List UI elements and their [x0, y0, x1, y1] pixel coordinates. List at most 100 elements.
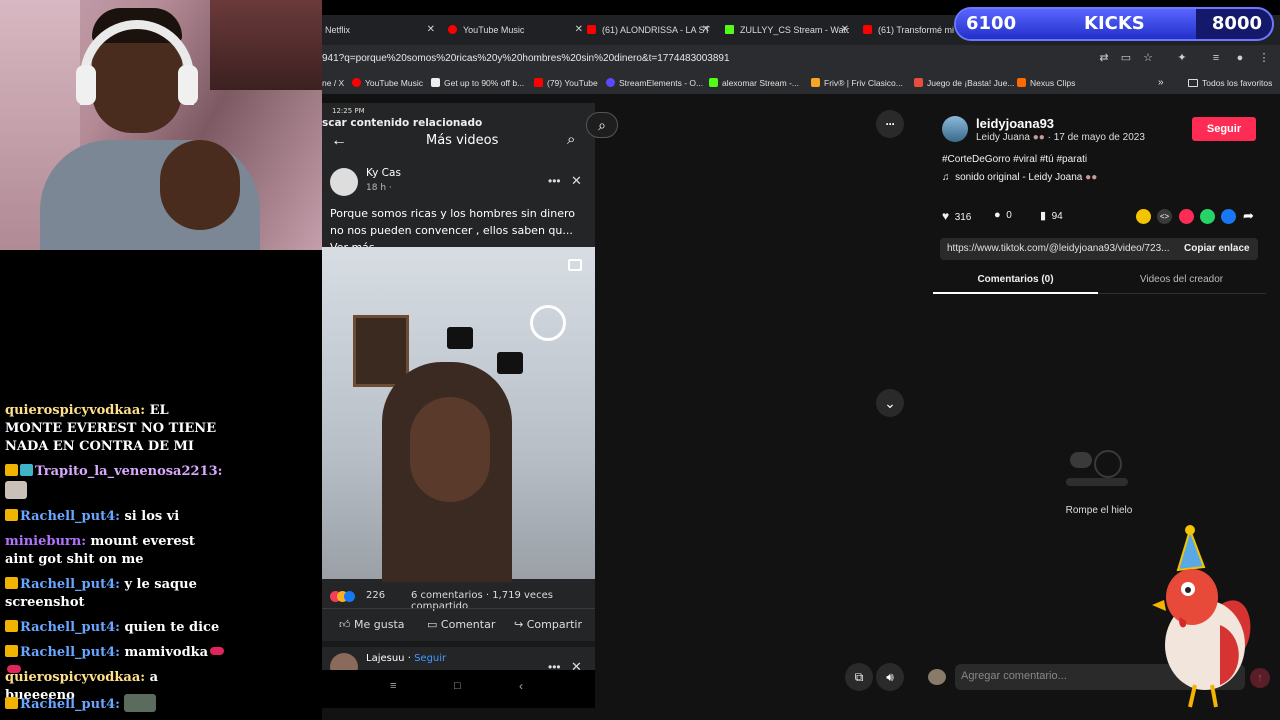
- bookmarks-bar: ne / X YouTube Music Get up to 90% off b…: [322, 72, 1280, 94]
- extensions-icon[interactable]: ✦: [1176, 52, 1188, 64]
- pip-icon: [568, 259, 582, 271]
- tab-zullyy-stream[interactable]: ZULLYY_CS Stream - Watc ✕: [725, 15, 849, 45]
- search-button[interactable]: ⌕: [586, 112, 618, 138]
- share-arrow-icon: ↪: [514, 618, 524, 631]
- close-tab-icon[interactable]: ✕: [427, 15, 435, 45]
- bookmark-deal[interactable]: Get up to 90% off b...: [431, 72, 524, 94]
- tab-transforme[interactable]: (61) Transformé mi hab: [863, 15, 955, 45]
- close-tab-icon[interactable]: ✕: [841, 15, 849, 45]
- wall-bag: [447, 327, 473, 349]
- post-author: Ky Cas: [366, 167, 401, 179]
- bookmark-streamelements[interactable]: StreamElements - O...: [606, 72, 703, 94]
- tab-creator-videos[interactable]: Videos del creador: [1099, 274, 1264, 285]
- bookmark-star-icon[interactable]: ☆: [1142, 52, 1154, 64]
- kicks-current: 6100: [966, 13, 1017, 34]
- profile-icon[interactable]: ●: [1234, 52, 1246, 64]
- facebook-icon[interactable]: [1221, 209, 1236, 224]
- video-hashtags[interactable]: #CorteDeGorro #viral #tú #parati: [942, 154, 1087, 165]
- youtube-icon: [587, 25, 596, 34]
- all-favorites-folder[interactable]: Todos los favoritos: [1188, 72, 1272, 94]
- chat-message: Rachell_put4: si los vi: [5, 508, 225, 526]
- friv-icon: [811, 78, 820, 87]
- search-icon: ⌕: [567, 131, 576, 148]
- follow-button[interactable]: Seguir: [1192, 117, 1256, 141]
- translate-icon[interactable]: ⇄: [1098, 52, 1110, 64]
- bookmarks-overflow-icon[interactable]: »: [1158, 72, 1164, 94]
- coin-icon[interactable]: [1136, 209, 1151, 224]
- embed-icon[interactable]: <>: [1157, 209, 1172, 224]
- comment-placeholder: Agregar comentario...: [961, 670, 1067, 682]
- avatar: [330, 168, 358, 196]
- reaction-icons: [330, 591, 355, 602]
- post-video-frame: [322, 247, 595, 582]
- kicks-goal-bar: 6100 KICKS 8000: [954, 7, 1274, 41]
- install-app-icon[interactable]: ▭: [1120, 52, 1132, 64]
- youtube-music-icon: [448, 25, 457, 34]
- share-icon[interactable]: ➦: [1243, 208, 1254, 224]
- tab-comments[interactable]: Comentarios (0): [933, 274, 1098, 285]
- streamelements-icon: [606, 78, 615, 87]
- user-avatar: [928, 669, 946, 685]
- comment-count[interactable]: ● 0: [994, 209, 1012, 221]
- folder-icon: [1188, 79, 1198, 87]
- nexus-icon: [1017, 78, 1026, 87]
- comment-icon: ▭: [427, 618, 438, 631]
- video-link-text: https://www.tiktok.com/@leidyjoana93/vid…: [947, 243, 1170, 254]
- crown-badge-icon: [5, 697, 18, 709]
- emoji-icon: ●●: [1085, 172, 1098, 183]
- youtube-icon: [534, 78, 543, 87]
- whatsapp-icon[interactable]: [1200, 209, 1215, 224]
- bookmark-nexus-clips[interactable]: Nexus Clips: [1017, 72, 1075, 94]
- bookmark-x[interactable]: ne / X: [322, 72, 344, 94]
- bookmark-youtube-music[interactable]: YouTube Music: [352, 72, 423, 94]
- floating-player-button[interactable]: ⧉: [845, 663, 873, 691]
- search-related-hint: scar contenido relacionado: [322, 117, 483, 129]
- bookmark-friv[interactable]: Friv® | Friv Clasico...: [811, 72, 903, 94]
- empty-comments-text: Rompe el hielo: [1065, 505, 1133, 516]
- tab-youtube-music[interactable]: YouTube Music ✕: [448, 15, 583, 45]
- creator-avatar[interactable]: [942, 116, 968, 142]
- phone-video[interactable]: 12:25 PM scar contenido relacionado ← Má…: [322, 103, 595, 708]
- tab-netflix[interactable]: Netflix ✕: [325, 15, 435, 45]
- more-options-button[interactable]: ···: [876, 110, 904, 138]
- kicks-goal: 8000: [1211, 13, 1262, 34]
- lips-emote-icon: [210, 647, 225, 655]
- chat-message: quierospicyvodkaa: EL MONTE EVEREST NO T…: [5, 403, 217, 454]
- wall-bag: [497, 352, 523, 374]
- thumbs-up-icon: 👍︎: [339, 618, 351, 631]
- party-rooster-mascot: [1152, 525, 1251, 708]
- send-icon[interactable]: [1179, 209, 1194, 224]
- divider: [322, 608, 595, 609]
- volume-button[interactable]: 🔊︎: [876, 663, 904, 691]
- comment-button: ▭ Comentar: [427, 618, 496, 631]
- sound-link[interactable]: ♫ sonido original - Leidy Joana ●●: [942, 172, 1097, 183]
- copy-link-button[interactable]: Copiar enlace: [1184, 243, 1250, 254]
- address-bar[interactable]: 941?q=porque%20somos%20ricas%20y%20hombr…: [322, 45, 1280, 72]
- streamer-webcam: [0, 0, 322, 250]
- bookmark-basta[interactable]: Juego de ¡Basta! Jue...: [914, 72, 1014, 94]
- floating-player-icon: ⧉: [854, 670, 864, 684]
- close-tab-icon[interactable]: ✕: [575, 15, 583, 45]
- save-count[interactable]: ▮ 94: [1040, 209, 1063, 222]
- menu-icon[interactable]: ⋮: [1258, 52, 1270, 64]
- like-count[interactable]: ♥ 316: [942, 209, 971, 223]
- creator-username[interactable]: leidyjoana93: [976, 116, 1054, 131]
- active-tab-indicator: [933, 292, 1098, 294]
- bookmark-alexomar[interactable]: alexomar Stream -...: [709, 72, 799, 94]
- tab-alondrissa[interactable]: (61) ALONDRISSA - LA STI ✕: [587, 15, 710, 45]
- next-video-button[interactable]: ⌄: [876, 389, 904, 417]
- back-arrow-icon: ←: [331, 132, 347, 149]
- like-button: 👍︎ Me gusta: [339, 618, 405, 631]
- url-text[interactable]: 941?q=porque%20somos%20ricas%20y%20hombr…: [322, 45, 730, 72]
- close-tab-icon[interactable]: ✕: [702, 15, 710, 45]
- media-controls-icon[interactable]: ≡: [1210, 52, 1222, 64]
- more-options-icon: •••: [548, 174, 561, 188]
- basta-icon: [914, 78, 923, 87]
- creator-meta: Leidy Juana ●● · 17 de mayo de 2023: [976, 132, 1145, 143]
- chat-message: Rachell_put4:: [5, 694, 225, 714]
- kick-icon: [725, 25, 734, 34]
- youtube-icon: [863, 25, 872, 34]
- bookmark-youtube[interactable]: (79) YouTube: [534, 72, 598, 94]
- sub-badge-icon: [20, 464, 33, 476]
- recent-apps-icon: ≡: [390, 680, 397, 692]
